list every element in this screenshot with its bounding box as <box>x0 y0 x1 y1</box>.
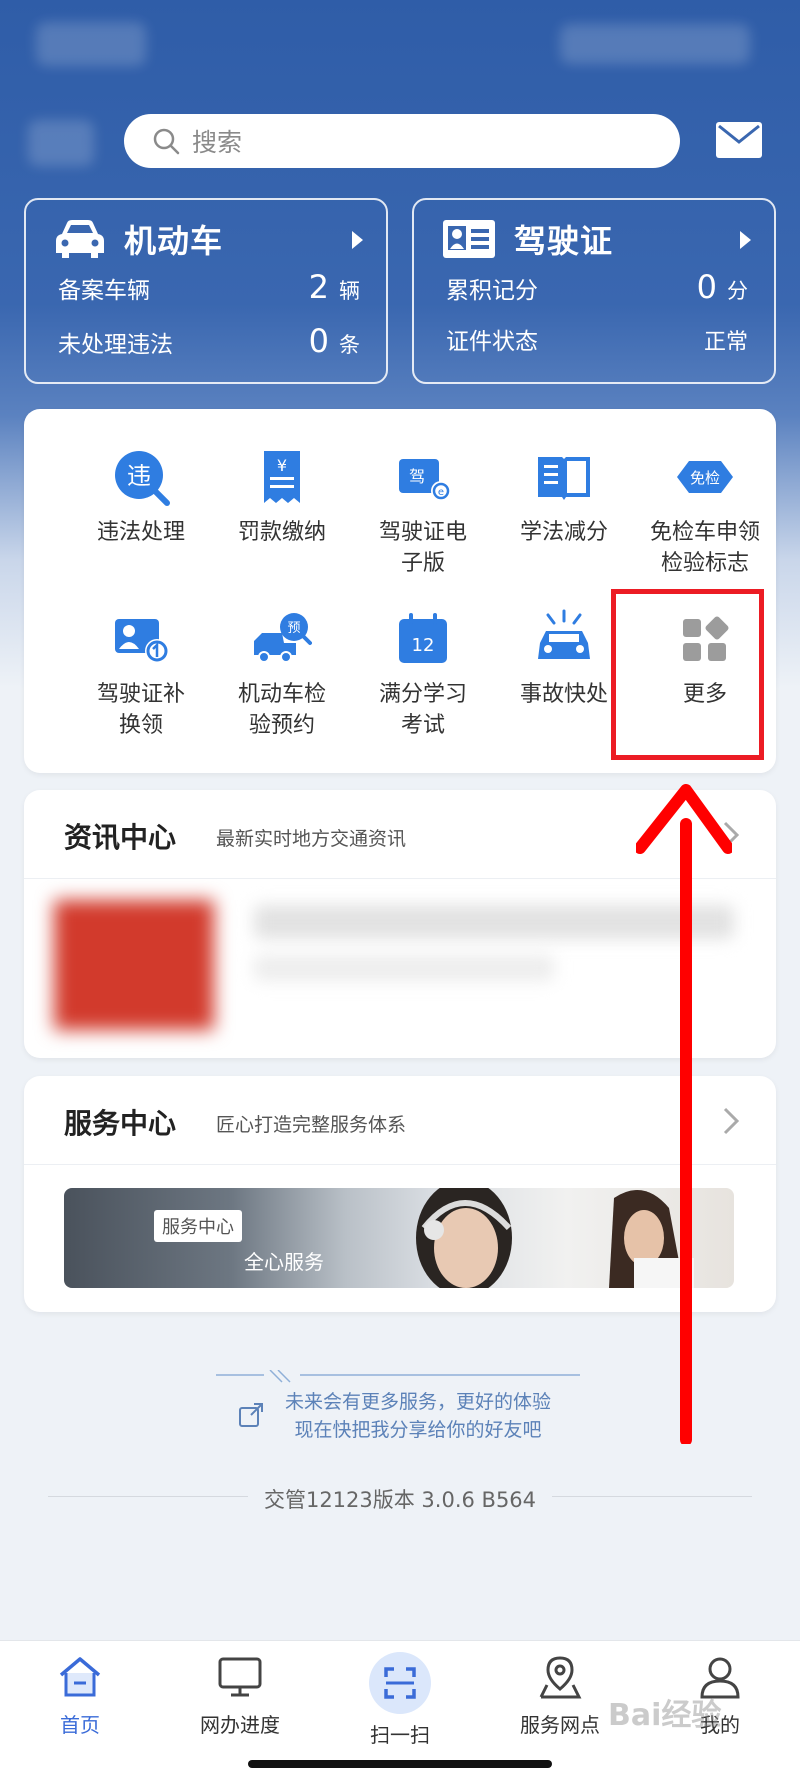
news-center-title: 资讯中心 <box>64 821 177 854</box>
status-icons-blurred <box>560 24 750 64</box>
tab-label: 首页 <box>60 1713 100 1737</box>
license-card[interactable]: 驾驶证 累积记分 0分 证件状态 正常 <box>412 198 776 384</box>
svg-text:免检: 免检 <box>690 469 720 487</box>
service-violation-handling[interactable]: 违 违法处理 <box>66 447 216 548</box>
service-center-banner[interactable]: 服务中心 全心服务 <box>64 1188 734 1288</box>
service-label: 违法处理 <box>96 520 185 545</box>
service-full-score-study[interactable]: 12 满分学习 考试 <box>348 609 498 741</box>
svg-text:12: 12 <box>412 635 435 656</box>
unprocessed-violations-unit: 条 <box>339 333 360 357</box>
scan-icon <box>369 1652 431 1714</box>
exempt-inspection-icon: 免检 <box>677 461 733 493</box>
search-placeholder: 搜索 <box>192 128 243 157</box>
more-highlight-box <box>611 589 764 760</box>
violation-icon: 违 <box>115 451 170 506</box>
tab-home[interactable]: 首页 <box>10 1655 150 1738</box>
city-selector-blurred[interactable] <box>28 120 94 166</box>
car-icon <box>56 220 104 258</box>
banner-text: 全心服务 <box>244 1250 324 1274</box>
accumulated-points-unit: 分 <box>727 279 748 303</box>
service-label: 免检车申领 检验标志 <box>649 520 760 576</box>
service-exempt-inspection[interactable]: 免检 免检车申领 检验标志 <box>630 447 780 579</box>
service-license-renewal[interactable]: 驾驶证补 换领 <box>66 609 216 741</box>
license-status-value: 正常 <box>703 330 748 355</box>
banner-tag: 服务中心 <box>154 1210 242 1242</box>
service-study-reduce-points[interactable]: 学法减分 <box>489 447 639 548</box>
service-label: 满分学习 考试 <box>378 682 467 738</box>
service-label: 驾驶证补 换领 <box>96 682 185 738</box>
service-inspection-booking[interactable]: 预 机动车检 验预约 <box>207 609 357 741</box>
registered-vehicles-label: 备案车辆 <box>58 278 150 304</box>
caret-right-icon <box>740 231 751 249</box>
share-decor-lines <box>216 1370 580 1383</box>
calendar-12-icon: 12 <box>399 613 447 663</box>
svg-text:驾: 驾 <box>409 467 425 486</box>
vehicle-card-title: 机动车 <box>124 222 224 260</box>
home-icon <box>59 1657 101 1697</box>
unprocessed-violations-row: 未处理违法 0条 <box>58 322 360 360</box>
tab-progress[interactable]: 网办进度 <box>170 1655 310 1738</box>
license-card-title: 驾驶证 <box>514 222 614 260</box>
map-pin-icon <box>539 1656 582 1699</box>
search-bar[interactable]: 搜索 <box>124 114 680 168</box>
fine-payment-icon: ¥ <box>264 451 300 503</box>
news-meta-blurred <box>254 955 554 981</box>
news-center-subtitle: 最新实时地方交通资讯 <box>216 828 407 850</box>
status-time-blurred <box>36 22 146 66</box>
service-label: 学法减分 <box>519 520 608 545</box>
service-label: 机动车检 验预约 <box>237 682 326 738</box>
inspection-booking-icon: 预 <box>254 613 312 663</box>
service-fine-payment[interactable]: ¥ 罚款缴纳 <box>207 447 357 548</box>
service-label: 驾驶证电 子版 <box>378 520 467 576</box>
tab-label: 扫一扫 <box>370 1723 430 1747</box>
registered-vehicles-value: 2 <box>308 268 329 306</box>
news-thumbnail-blurred[interactable] <box>54 900 214 1030</box>
service-center-subtitle: 匠心打造完整服务体系 <box>216 1114 407 1136</box>
up-arrow-annotation <box>636 784 732 1444</box>
svg-text:¥: ¥ <box>277 456 287 475</box>
accumulated-points-value: 0 <box>696 268 717 306</box>
registered-vehicles-row: 备案车辆 2辆 <box>58 268 360 306</box>
service-center-title: 服务中心 <box>64 1107 177 1140</box>
watermark: Bai经验 <box>608 1698 722 1733</box>
registered-vehicles-unit: 辆 <box>339 279 360 303</box>
mail-icon[interactable] <box>716 122 762 158</box>
tab-label: 网办进度 <box>200 1713 280 1737</box>
svg-text:预: 预 <box>287 621 300 636</box>
unprocessed-violations-value: 0 <box>308 322 329 360</box>
svg-text:违: 违 <box>127 462 151 490</box>
vehicle-card[interactable]: 机动车 备案车辆 2辆 未处理违法 0条 <box>24 198 388 384</box>
svg-text:e: e <box>438 487 444 498</box>
home-indicator[interactable] <box>248 1760 552 1768</box>
unprocessed-violations-label: 未处理违法 <box>58 332 173 358</box>
license-status-label: 证件状态 <box>446 329 538 355</box>
accumulated-points-label: 累积记分 <box>446 278 538 304</box>
study-book-icon <box>538 457 590 500</box>
tab-scan[interactable]: 扫一扫 <box>330 1652 470 1748</box>
license-renew-icon <box>115 619 169 663</box>
search-icon <box>153 128 180 155</box>
monitor-icon <box>218 1657 262 1697</box>
e-license-icon: 驾 e <box>399 459 451 501</box>
license-status-row: 证件状态 正常 <box>446 322 748 356</box>
version-text: 交管12123版本 3.0.6 B564 <box>263 1488 537 1512</box>
accumulated-points-row: 累积记分 0分 <box>446 268 748 306</box>
service-label: 罚款缴纳 <box>237 520 326 545</box>
service-e-license[interactable]: 驾 e 驾驶证电 子版 <box>348 447 498 579</box>
caret-right-icon <box>352 231 363 249</box>
id-card-icon <box>443 220 495 258</box>
accident-icon <box>538 609 590 659</box>
